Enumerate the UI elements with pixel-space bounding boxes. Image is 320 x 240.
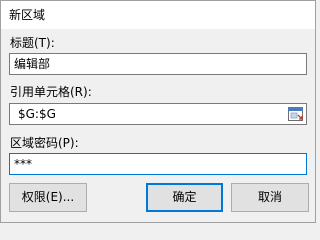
collapse-dialog-icon[interactable]	[287, 106, 304, 122]
ref-input-value: $G:$G	[18, 107, 56, 121]
password-label: 区域密码(P):	[10, 136, 79, 150]
password-input-value: ***	[14, 157, 32, 171]
title-input-value: 编辑部	[14, 57, 51, 71]
ok-button[interactable]: 确定	[146, 183, 223, 212]
password-input[interactable]: ***	[9, 153, 307, 175]
permissions-button[interactable]: 权限(E)...	[9, 183, 87, 212]
new-range-dialog: 新区域 标题(T): 编辑部 引用单元格(R): $G:$G 区域密码(P): …	[0, 0, 316, 223]
title-input[interactable]: 编辑部	[9, 53, 307, 75]
ref-label: 引用单元格(R):	[10, 85, 92, 99]
ref-input[interactable]: $G:$G	[9, 103, 307, 125]
dialog-title: 新区域	[1, 1, 315, 29]
title-label: 标题(T):	[10, 36, 55, 50]
cancel-button[interactable]: 取消	[231, 183, 309, 212]
